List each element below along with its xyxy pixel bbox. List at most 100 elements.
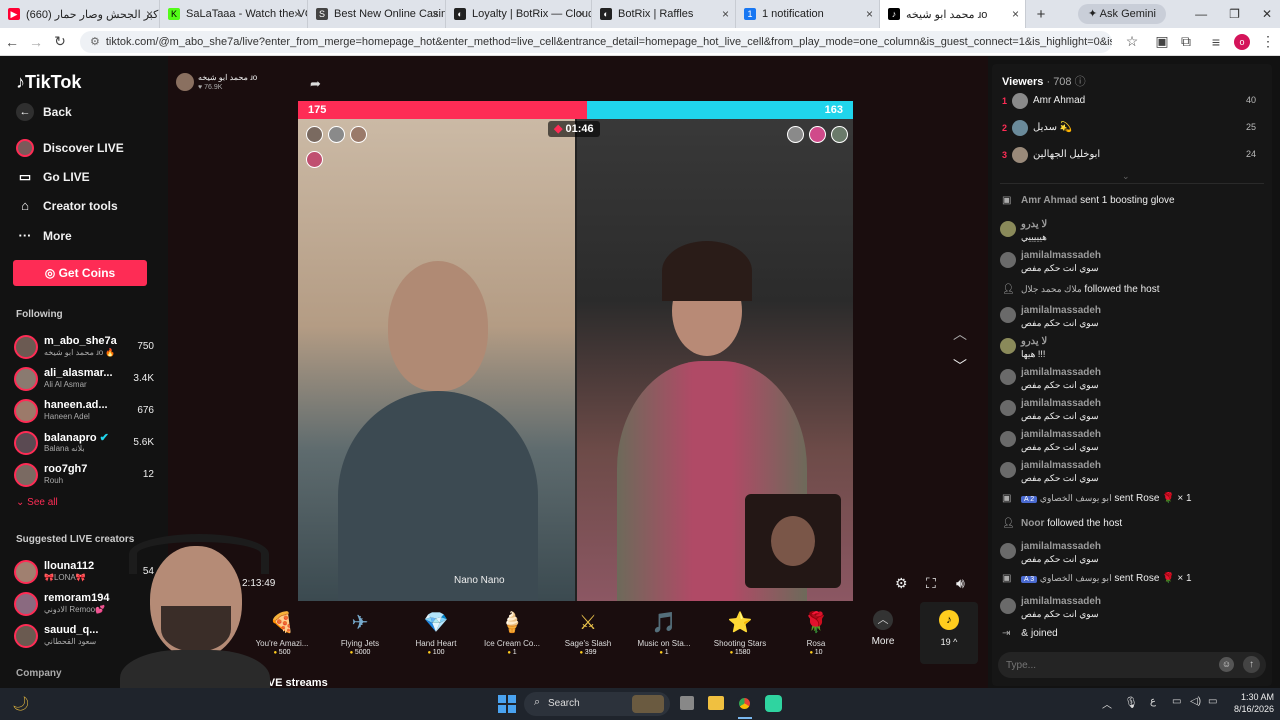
microphone-icon[interactable]: 🎙︎: [1124, 696, 1138, 709]
supporter-avatar[interactable]: [787, 126, 804, 143]
new-tab-icon[interactable]: +: [1026, 6, 1056, 23]
expand-chevron-icon[interactable]: ⌄: [1122, 171, 1130, 182]
avatar[interactable]: [1000, 307, 1016, 323]
chat-user[interactable]: Amr Ahmad: [1021, 195, 1077, 206]
avatar[interactable]: [1000, 338, 1016, 354]
chat-user[interactable]: Noor: [1021, 518, 1044, 529]
following-item[interactable]: roo7gh7 Rouh 12: [14, 461, 154, 489]
back-icon[interactable]: ←: [0, 34, 24, 50]
minimize-icon[interactable]: —: [1195, 7, 1207, 21]
supporter-avatar[interactable]: [306, 126, 323, 143]
weather-icon[interactable]: 🌙︎: [12, 695, 30, 712]
close-tab-icon[interactable]: ×: [578, 7, 585, 21]
sidebar-item-discover-live[interactable]: Discover LIVE: [0, 133, 160, 162]
sidebar-item-go-live[interactable]: ▭ Go LIVE: [0, 162, 160, 191]
profile-avatar[interactable]: o: [1234, 33, 1250, 50]
chat-input[interactable]: [1006, 656, 1216, 674]
close-tab-icon[interactable]: ×: [866, 7, 873, 21]
sidebar-item-creator-tools[interactable]: ⌂ Creator tools: [0, 191, 160, 220]
volume-icon[interactable]: ◁): [1190, 696, 1201, 707]
puzzle-icon[interactable]: ⧉: [1174, 33, 1198, 50]
app-icon[interactable]: [765, 695, 782, 712]
chevron-up-icon[interactable]: ︿: [953, 324, 967, 344]
share-icon[interactable]: ➦: [310, 76, 321, 92]
gift-item[interactable]: ⭐ Shooting Stars1580: [703, 604, 777, 664]
sidebar-item-more[interactable]: ··· More: [0, 221, 160, 250]
avatar[interactable]: [1000, 431, 1016, 447]
chat-user[interactable]: jamilalmassadeh: [1021, 429, 1101, 440]
browser-tab[interactable]: ◐ Loyalty | BotRix — Cloud St ×: [446, 0, 592, 28]
gift-more-button[interactable]: ︿ More: [851, 604, 915, 664]
ask-gemini-button[interactable]: ✦ Ask Gemini: [1078, 4, 1166, 24]
tray-chevron-icon[interactable]: ︿: [1102, 696, 1112, 711]
browser-tab[interactable]: ◐ BotRix | Raffles ×: [592, 0, 736, 28]
host-name[interactable]: محمد ابو شيخه ɹo: [198, 73, 257, 82]
chat-user[interactable]: jamilalmassadeh: [1021, 367, 1101, 378]
company-link[interactable]: Company: [16, 668, 62, 679]
browser-tab[interactable]: ▶ (660) كبر الجحش وصار حمار ×: [0, 0, 160, 28]
following-item[interactable]: haneen.ad... Haneen Adel 676: [14, 397, 154, 425]
live-video-player[interactable]: 175 163 ◆ 01:46 Nano Nano: [298, 101, 853, 601]
chat-user[interactable]: ملاك محمد جلال: [1021, 284, 1082, 294]
site-info-icon[interactable]: ⚙: [90, 35, 100, 48]
following-item[interactable]: ali_alasmar... Ali Al Asmar 3.4K: [14, 365, 154, 393]
chat-user[interactable]: ابو يوسف الخصاوي: [1040, 573, 1112, 583]
avatar[interactable]: [1000, 543, 1016, 559]
settings-icon[interactable]: ⚙: [895, 575, 908, 592]
viewer-row[interactable]: 2 سديل 💫 25: [1002, 120, 1262, 138]
chat-user[interactable]: jamilalmassadeh: [1021, 305, 1101, 316]
chat-user[interactable]: jamilalmassadeh: [1021, 541, 1101, 552]
avatar[interactable]: [1000, 400, 1016, 416]
viewer-row[interactable]: 1 Amr Ahmad 40: [1002, 93, 1262, 111]
battery-icon[interactable]: ▭: [1208, 696, 1217, 707]
viewer-row[interactable]: 3 ابوخليل الجهالين 24: [1002, 147, 1262, 165]
gift-item[interactable]: 🍦 Ice Cream Co...1: [475, 604, 549, 664]
see-all-link[interactable]: ⌄ See all: [16, 497, 58, 508]
host-avatar[interactable]: [176, 73, 194, 91]
chat-user[interactable]: لا يدرو: [1021, 219, 1047, 230]
file-explorer-icon[interactable]: [708, 696, 724, 710]
reload-icon[interactable]: ↻: [48, 33, 72, 50]
close-tab-icon[interactable]: ×: [146, 7, 153, 21]
volume-icon[interactable]: 🔊︎: [956, 575, 965, 592]
browser-tab[interactable]: 1 1 notification ×: [736, 0, 880, 28]
chat-user[interactable]: لا يدرو: [1021, 336, 1047, 347]
avatar[interactable]: [1000, 252, 1016, 268]
browser-tab-active[interactable]: ♪ محمد ابو شيخه ɹo ×: [880, 0, 1026, 28]
task-view-icon[interactable]: [680, 696, 694, 710]
close-window-icon[interactable]: ✕: [1262, 7, 1272, 21]
gift-item[interactable]: ✈ Flying Jets5000: [323, 604, 397, 664]
chat-user[interactable]: &: [1021, 628, 1028, 639]
following-item[interactable]: balanapro ✔ Balana بلانه 5.6K: [14, 429, 154, 457]
supporter-avatar[interactable]: [328, 126, 345, 143]
chevron-down-icon[interactable]: ﹀: [953, 356, 967, 376]
avatar[interactable]: [1000, 369, 1016, 385]
chat-user[interactable]: jamilalmassadeh: [1021, 398, 1101, 409]
tiktok-logo[interactable]: ♪TikTok: [16, 72, 81, 93]
close-tab-icon[interactable]: ×: [1012, 7, 1019, 21]
supporter-avatar[interactable]: [306, 151, 323, 168]
gift-item[interactable]: 💎 Hand Heart100: [399, 604, 473, 664]
chat-user[interactable]: jamilalmassadeh: [1021, 460, 1101, 471]
browser-tab[interactable]: S Best New Online Casino ×: [308, 0, 446, 28]
avatar[interactable]: [1000, 462, 1016, 478]
chat-user[interactable]: jamilalmassadeh: [1021, 250, 1101, 261]
chat-user[interactable]: jamilalmassadeh: [1021, 596, 1101, 607]
close-tab-icon[interactable]: ×: [722, 7, 729, 21]
browser-tab[interactable]: K SaLaTaaa - Watch the VOD ×: [160, 0, 308, 28]
emoji-icon[interactable]: ☺: [1219, 657, 1234, 672]
supporter-avatar[interactable]: [350, 126, 367, 143]
supporter-avatar[interactable]: [831, 126, 848, 143]
url-field[interactable]: ⚙ tiktok.com/@m_abo_she7a/live?enter_fro…: [80, 30, 1112, 53]
gift-item[interactable]: 🌹 Rosa10: [779, 604, 853, 664]
maximize-icon[interactable]: ❐: [1229, 7, 1240, 21]
supporter-avatar[interactable]: [809, 126, 826, 143]
bookmark-star-icon[interactable]: ☆: [1120, 33, 1144, 50]
media-icon[interactable]: ≡: [1204, 34, 1228, 50]
menu-kebab-icon[interactable]: ⋮: [1256, 33, 1280, 50]
fullscreen-icon[interactable]: ⛶: [926, 575, 936, 592]
chat-user[interactable]: ابو يوسف الخصاوي: [1040, 493, 1112, 503]
taskbar-search[interactable]: ⌕ Search: [524, 692, 670, 716]
taskbar-clock[interactable]: 1:30 AM 8/16/2026: [1228, 691, 1274, 715]
chrome-icon[interactable]: [736, 695, 753, 712]
